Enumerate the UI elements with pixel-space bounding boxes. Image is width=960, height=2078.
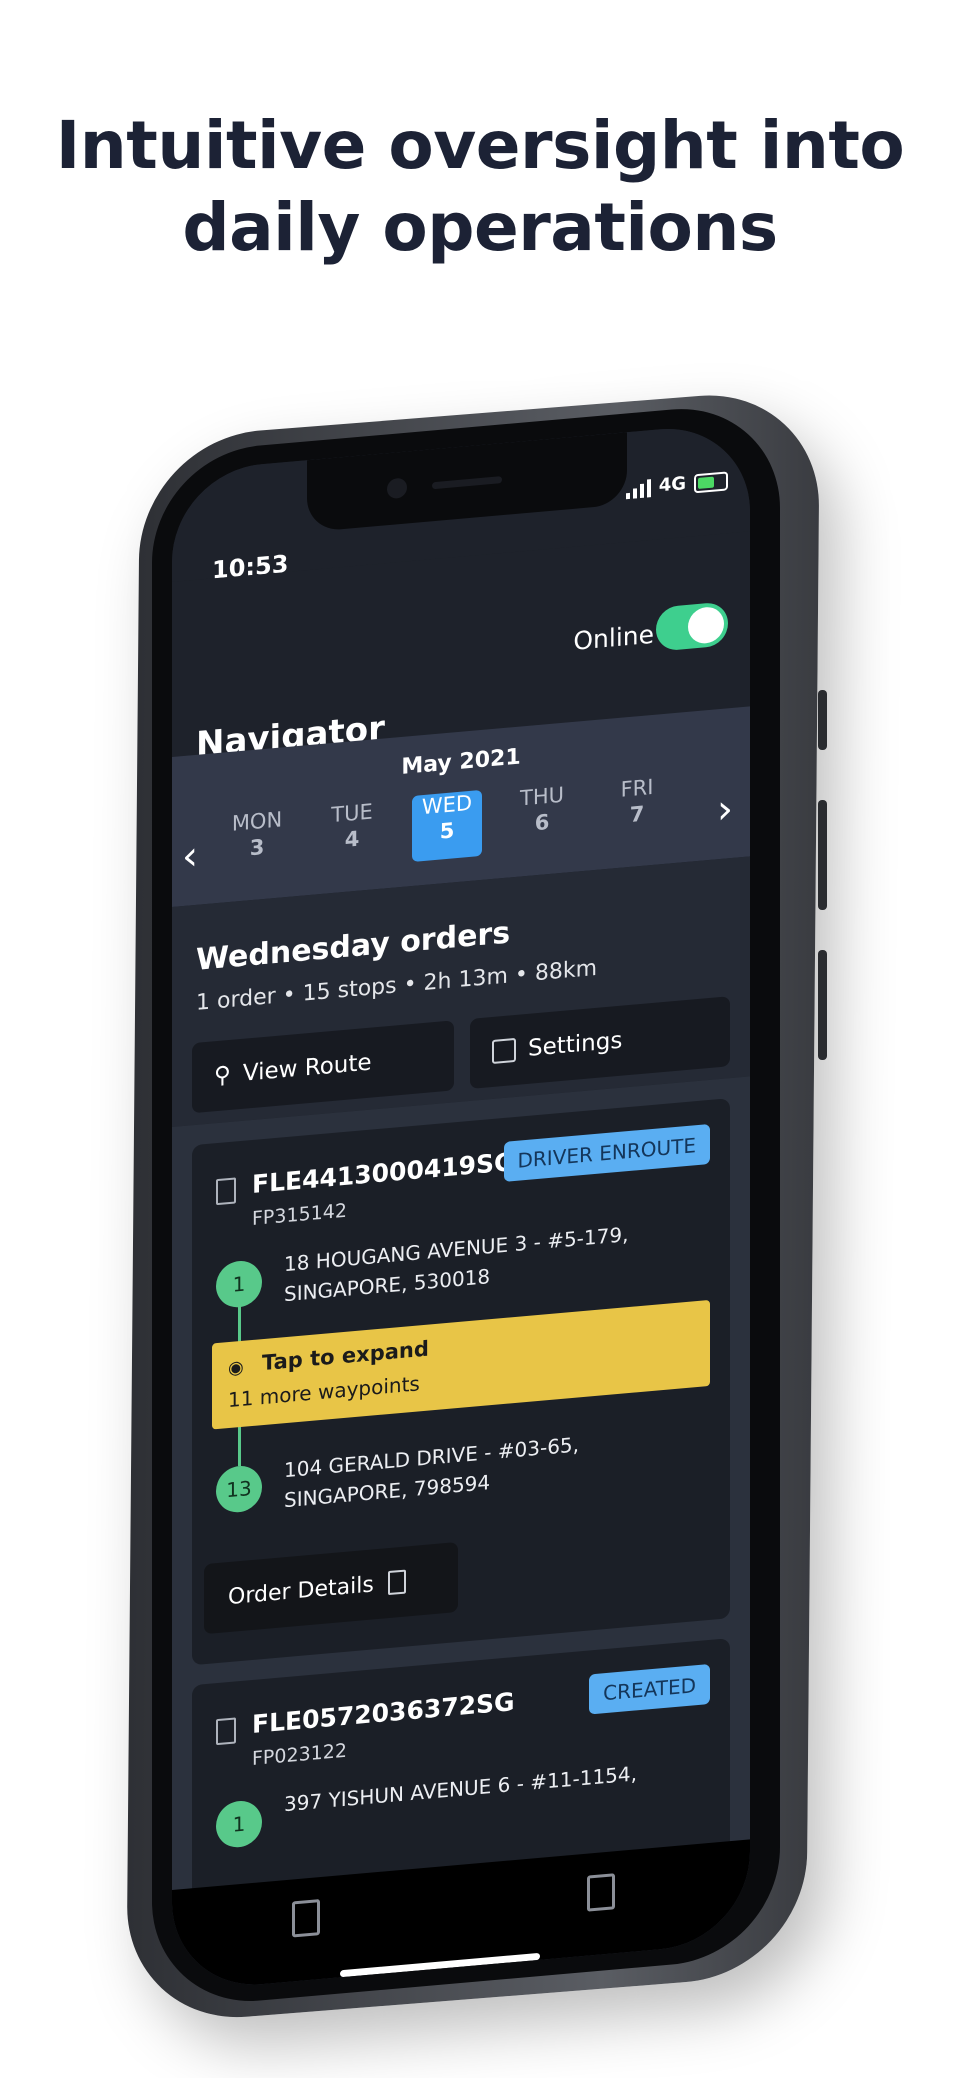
day-tue[interactable]: TUE 4: [317, 798, 387, 870]
stop-address: 18 HOUGANG AVENUE 3 - #5-179, SINGAPORE,…: [284, 1222, 629, 1307]
expand-subtitle: 11 more waypoints: [228, 1371, 420, 1413]
online-toggle[interactable]: [656, 601, 728, 652]
route-icon: ⚲: [214, 1061, 231, 1090]
order-ref: FP315142: [252, 1199, 347, 1231]
expand-waypoints[interactable]: ◉ Tap to expand 11 more waypoints: [212, 1299, 710, 1430]
headline: Intuitive oversight into daily operation…: [0, 105, 960, 269]
order-id: FLE4413000419SG: [252, 1147, 515, 1200]
settings-button[interactable]: Settings: [470, 996, 730, 1089]
tab-profile-icon[interactable]: [587, 1873, 615, 1912]
day-thu[interactable]: THU 6: [507, 782, 577, 854]
stop-number: 13: [216, 1464, 262, 1515]
chevron-right-icon[interactable]: ›: [717, 786, 733, 833]
view-route-label: View Route: [242, 1049, 372, 1087]
day-name: WED: [421, 790, 473, 820]
day-number: 3: [249, 834, 265, 861]
day-number: 6: [534, 809, 550, 836]
expand-title: Tap to expand: [262, 1336, 429, 1376]
day-mon[interactable]: MON 3: [222, 807, 292, 879]
status-badge: CREATED: [589, 1663, 710, 1715]
order-card[interactable]: FLE4413000419SG FP315142 DRIVER ENROUTE …: [192, 1098, 730, 1666]
chevron-left-icon[interactable]: ‹: [182, 833, 198, 880]
order-details-button[interactable]: Order Details: [204, 1541, 458, 1635]
order-details-label: Order Details: [228, 1571, 374, 1610]
day-number: 5: [439, 818, 455, 844]
day-number: 4: [344, 826, 360, 852]
view-route-button[interactable]: ⚲ View Route: [192, 1020, 454, 1114]
day-fri[interactable]: FRI 7: [602, 773, 672, 845]
headline-line-1: Intuitive oversight into: [55, 107, 905, 184]
side-button: [818, 800, 827, 910]
signal-icon: [625, 479, 651, 500]
camera-icon: [387, 477, 407, 500]
stop-number: 1: [216, 1799, 262, 1850]
status-badge: DRIVER ENROUTE: [503, 1123, 710, 1182]
settings-icon: [492, 1037, 516, 1065]
day-name: THU: [520, 782, 564, 811]
settings-label: Settings: [528, 1027, 623, 1062]
day-name: MON: [231, 807, 283, 836]
document-icon: [216, 1717, 236, 1746]
stop-number: 1: [216, 1259, 262, 1310]
side-button: [818, 950, 827, 1060]
side-button: [818, 690, 827, 750]
headline-line-2: daily operations: [182, 189, 778, 266]
clipboard-icon: [387, 1569, 406, 1596]
day-name: FRI: [620, 774, 654, 802]
battery-icon: [694, 471, 728, 494]
speaker-grille: [432, 476, 502, 490]
tab-orders-icon[interactable]: [292, 1899, 320, 1938]
stop-address: 104 GERALD DRIVE - #03-65, SINGAPORE, 79…: [284, 1432, 580, 1513]
eye-icon: ◉: [228, 1356, 244, 1380]
online-label: Online: [573, 619, 654, 656]
status-indicators: 4G: [625, 469, 728, 500]
network-label: 4G: [658, 473, 686, 497]
document-icon: [216, 1177, 236, 1206]
day-name: TUE: [331, 799, 373, 828]
order-ref: FP023122: [252, 1739, 347, 1771]
order-id: FLE0572036372SG: [252, 1687, 515, 1740]
day-wed[interactable]: WED 5: [412, 789, 482, 863]
phone-screen: 10:53 4G Online Navigator May 2021 ‹ MON…: [172, 421, 750, 1993]
day-number: 7: [629, 801, 645, 827]
stop-address: 397 YISHUN AVENUE 6 - #11-1154,: [284, 1761, 637, 1817]
